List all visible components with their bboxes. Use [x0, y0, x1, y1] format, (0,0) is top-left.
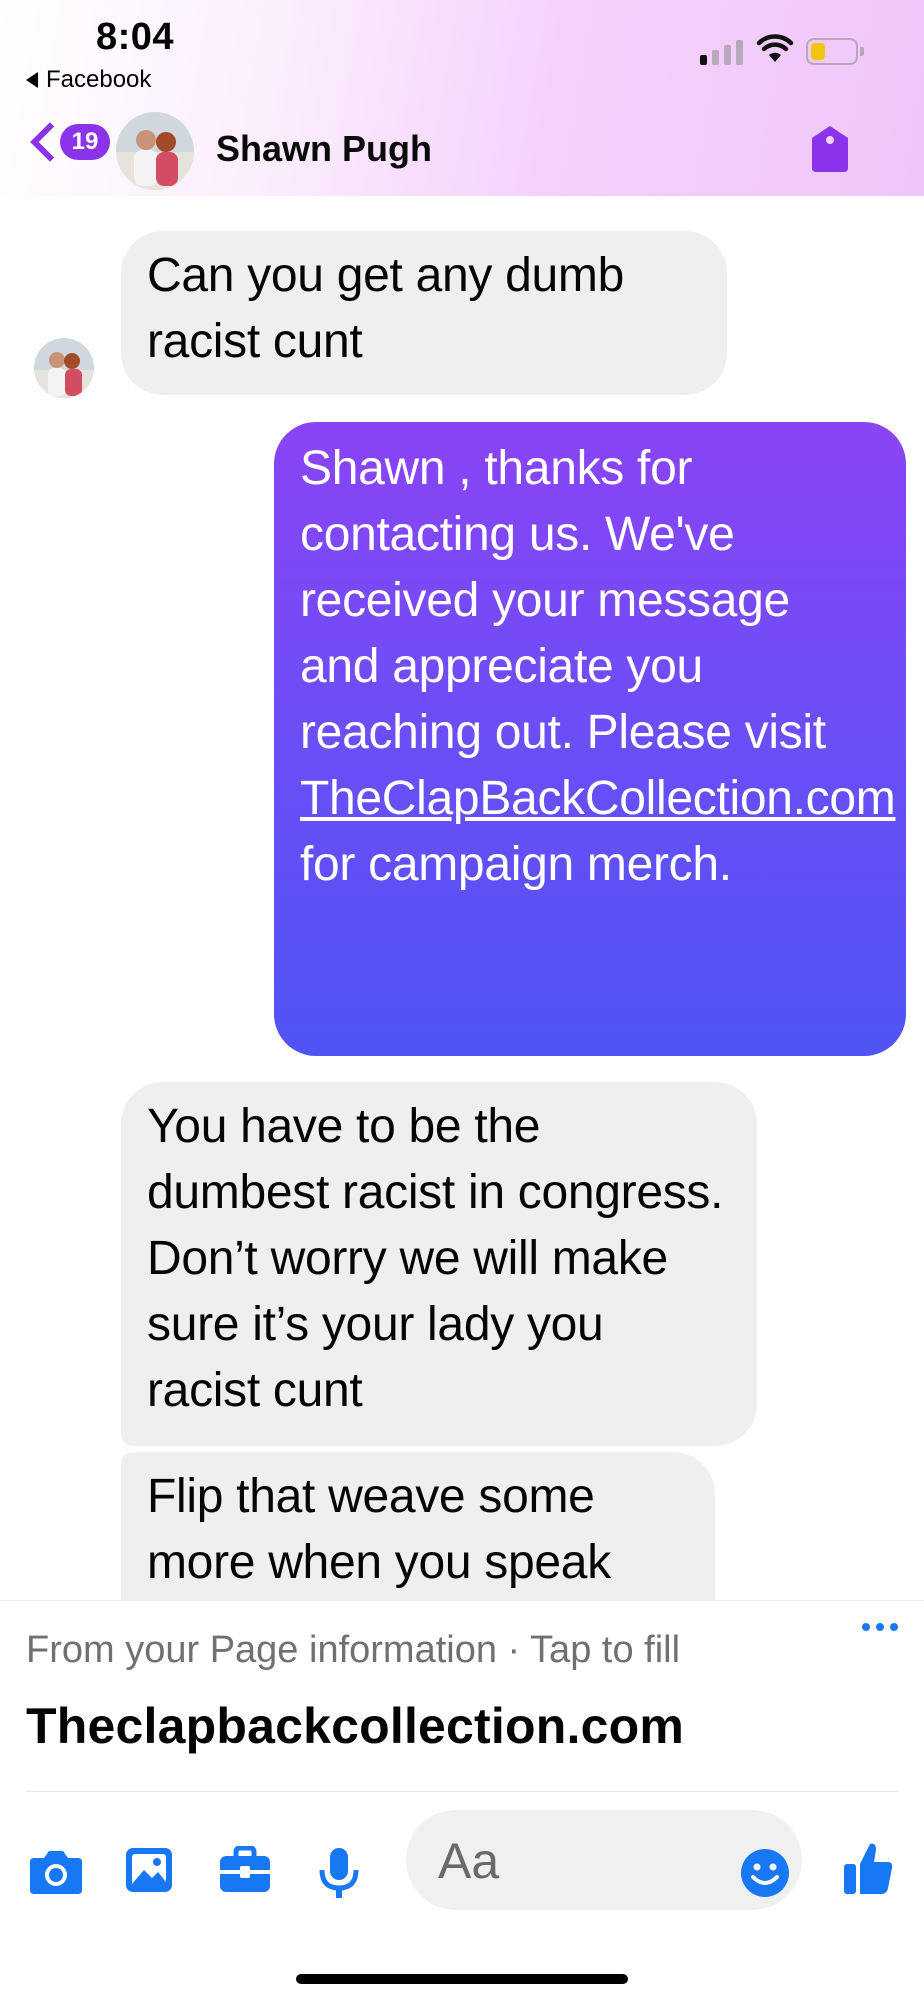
back-triangle-icon — [26, 72, 38, 88]
thumbs-up-icon[interactable] — [842, 1840, 894, 1896]
message-bubble-outgoing[interactable]: Shawn , thanks for contacting us. We've … — [274, 422, 906, 1056]
tag-icon[interactable] — [808, 124, 852, 174]
message-bubble-incoming[interactable]: You have to be the dumbest racist in con… — [121, 1082, 757, 1446]
merch-link[interactable]: TheClapBackCollection.com — [300, 772, 896, 825]
message-text: Shawn , thanks for contacting us. We've … — [300, 442, 826, 759]
autofill-suggestion[interactable]: From your Page information · Tap to fill… — [0, 1600, 924, 1796]
contact-avatar[interactable] — [116, 112, 194, 190]
status-time: 8:04 — [96, 16, 175, 58]
gallery-icon[interactable] — [124, 1846, 174, 1894]
message-composer — [0, 1796, 924, 2000]
message-bubble-incoming[interactable]: Can you get any dumb racist cunt — [121, 231, 727, 395]
message-text: Can you get any dumb racist cunt — [147, 249, 624, 368]
back-button[interactable]: 19 — [26, 122, 110, 162]
back-app-label: Facebook — [46, 66, 152, 93]
back-to-app-link[interactable]: Facebook — [26, 66, 151, 94]
message-text: Flip that weave some more when you speak — [147, 1470, 611, 1589]
message-text: You have to be the dumbest racist in con… — [147, 1100, 724, 1417]
message-input[interactable] — [438, 1832, 728, 1890]
contact-name[interactable]: Shawn Pugh — [216, 128, 432, 170]
back-chevron-icon — [30, 122, 70, 162]
camera-icon[interactable] — [28, 1846, 84, 1896]
emoji-icon[interactable] — [740, 1848, 790, 1898]
divider — [26, 1791, 898, 1792]
sender-avatar[interactable] — [34, 338, 94, 398]
signal-icon — [700, 40, 743, 65]
autofill-value[interactable]: Theclapbackcollection.com — [26, 1697, 684, 1755]
home-indicator[interactable] — [296, 1974, 628, 1984]
wifi-icon — [756, 34, 794, 62]
battery-icon — [806, 38, 864, 65]
message-text-continued: for campaign merch. — [300, 838, 732, 891]
briefcase-icon[interactable] — [218, 1846, 272, 1894]
microphone-icon[interactable] — [318, 1846, 360, 1900]
chat-header: 8:04 Facebook 19 Shawn Pugh — [0, 0, 924, 196]
more-icon[interactable] — [862, 1623, 898, 1631]
autofill-hint: From your Page information · Tap to fill — [26, 1629, 681, 1671]
